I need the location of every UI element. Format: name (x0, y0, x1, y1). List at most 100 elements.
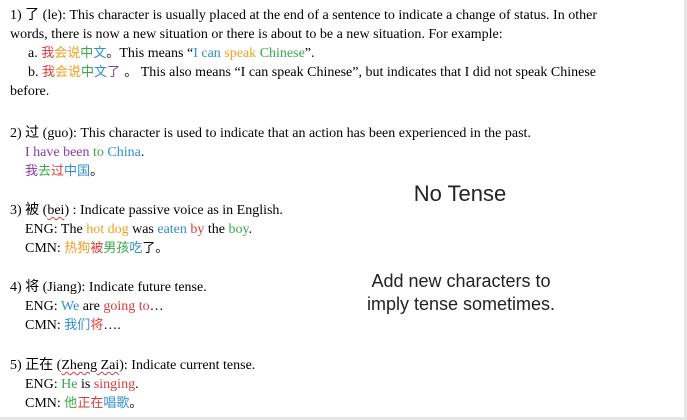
cn-char: 。 (155, 241, 169, 256)
para-le-line1: 1) 了 (le): This character is usually pla… (10, 8, 597, 23)
cn-char: 我 (41, 46, 55, 61)
para-guo-heading: 2) 过 (guo): This character is used to in… (10, 126, 531, 141)
cmn-label: CMN: (25, 318, 65, 333)
para-zhengzai: 5) 正在 (Zheng Zai): Indicate current tens… (10, 356, 680, 413)
en-word: the (204, 222, 229, 237)
heading-text: ) : Indicate passive voice as in English… (64, 203, 283, 218)
cn-char: 。 (129, 396, 143, 411)
bei-english-example: ENG: The hot dog was eaten by the boy. (10, 220, 680, 239)
example-b-text: This also means “I can speak Chinese”, b… (137, 65, 597, 80)
en-word: . (140, 145, 145, 160)
en-word: Chinese (256, 46, 305, 61)
en-word: going to (103, 299, 150, 314)
pinyin-bei: bei (47, 203, 65, 218)
cn-char: 会 (55, 65, 69, 80)
en-word: We (60, 299, 80, 314)
heading-text: ): Indicate current tense. (119, 358, 256, 373)
en-word: singing (93, 377, 136, 392)
en-word: . (248, 222, 253, 237)
en-word: boy (228, 222, 249, 237)
cn-char: 。 (120, 65, 138, 80)
eng-label: ENG: (25, 377, 62, 392)
en-word: by (186, 222, 205, 237)
en-word: to (89, 145, 108, 160)
eng-label: ENG: (25, 299, 61, 314)
cn-char: 孩 (116, 241, 130, 256)
heading-text: 5) 正在 ( (10, 358, 62, 373)
example-a-prefix: a. (28, 46, 42, 61)
cn-char: 他 (64, 396, 78, 411)
para-bei: 3) 被 (bei) : Indicate passive voice as i… (10, 201, 680, 258)
zhengzai-chinese-example: CMN: 他正在唱歌。 (10, 394, 680, 413)
cn-char: 过 (51, 164, 65, 179)
cn-char: 在 (90, 396, 104, 411)
cn-char: …. (103, 318, 121, 333)
no-tense-title: No Tense (413, 181, 507, 206)
en-word: I have been (25, 145, 90, 160)
cn-char: 说 (67, 46, 81, 61)
tense-note-line1: Add new characters to (371, 271, 551, 291)
en-word: hot dog (86, 222, 129, 237)
zhengzai-english-example: ENG: He is singing. (10, 375, 680, 394)
cn-char: 。 (106, 46, 120, 61)
cn-char: 国 (77, 164, 91, 179)
para-zhengzai-heading: 5) 正在 (Zheng Zai): Indicate current tens… (10, 356, 680, 375)
cn-char: 我 (25, 164, 39, 179)
example-a: a. 我会说中文。This means “I can speak Chinese… (10, 44, 680, 63)
para-le-last-line: before. (10, 84, 50, 99)
cn-char: 吃 (129, 241, 143, 256)
cn-char: 会 (54, 46, 68, 61)
cn-char: 被 (90, 241, 104, 256)
example-b: b. 我会说中文了 。 This also means “I can speak… (10, 63, 680, 82)
cn-char: 。 (90, 164, 104, 179)
en-word: … (149, 299, 164, 314)
cn-char: 热 (64, 241, 78, 256)
en-word: was (128, 222, 158, 237)
en-word: is (77, 377, 94, 392)
en-word: speak (220, 46, 257, 61)
para-guo: 2) 过 (guo): This character is used to in… (10, 124, 680, 181)
pinyin-zheng-zai: Zheng Zai (61, 358, 120, 373)
cn-char: 中 (80, 46, 94, 61)
jiang-chinese-example: CMN: 我们将…. (10, 316, 680, 335)
en-word: can (197, 46, 221, 61)
cn-char: 歌 (116, 396, 130, 411)
example-a-suffix: ”. (304, 46, 315, 61)
cn-char: 了 (142, 241, 156, 256)
cn-char: 我们 (64, 318, 91, 333)
cn-char: 文 (94, 65, 108, 80)
tense-note: Add new characters to imply tense someti… (330, 270, 592, 316)
en-word: He (61, 377, 78, 392)
cn-char: 中 (81, 65, 95, 80)
para-bei-heading: 3) 被 (bei) : Indicate passive voice as i… (10, 201, 680, 220)
bei-chinese-example: CMN: 热狗被男孩吃了。 (10, 239, 680, 258)
cmn-label: CMN: (25, 396, 65, 411)
heading-text: 3) 被 ( (10, 203, 48, 218)
cn-char: 将 (90, 318, 104, 333)
para-le-line2: words, there is now a new situation or t… (10, 27, 503, 42)
cmn-label: CMN: (25, 241, 65, 256)
example-b-prefix: b. (28, 65, 42, 80)
cn-char: 唱 (103, 396, 117, 411)
en-word: The (60, 222, 87, 237)
cn-char: 去 (38, 164, 52, 179)
cn-char: 我 (42, 65, 56, 80)
eng-label: ENG: (25, 222, 61, 237)
cn-char: 狗 (77, 241, 91, 256)
cn-char: 男 (103, 241, 117, 256)
guo-english-example: I have been to China. (10, 143, 680, 162)
tense-note-line2: imply tense sometimes. (366, 294, 556, 314)
en-word: . (135, 377, 139, 392)
document-page: { "p1": { "line1": "1) 了 (le): This char… (0, 0, 687, 420)
en-word: are (79, 299, 104, 314)
para-le: 1) 了 (le): This character is usually pla… (10, 6, 680, 101)
en-word: China (107, 145, 141, 160)
cn-char: 中 (64, 164, 78, 179)
cn-char: 说 (68, 65, 82, 80)
cn-char: 文 (93, 46, 107, 61)
cn-char: 正 (77, 396, 91, 411)
en-word: eaten (157, 222, 187, 237)
cn-char: 了 (107, 65, 121, 80)
guo-chinese-example: 我去过中国。 (10, 162, 680, 181)
example-a-text: This means “ (119, 46, 194, 61)
